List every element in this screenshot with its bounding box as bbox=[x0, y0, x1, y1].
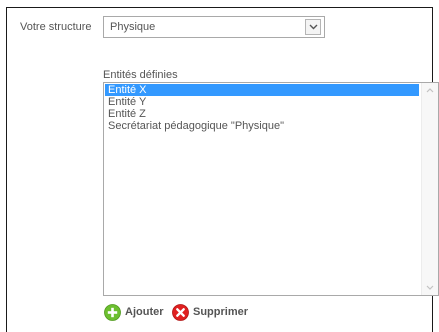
scroll-up-icon[interactable] bbox=[426, 88, 434, 93]
list-item[interactable]: Entité X bbox=[105, 84, 419, 96]
x-circle-icon bbox=[172, 303, 189, 321]
add-button[interactable]: Ajouter bbox=[104, 303, 164, 321]
select-arrow-button[interactable] bbox=[305, 19, 321, 35]
entities-label: Entités définies bbox=[103, 69, 178, 81]
entities-listbox[interactable]: Entité X Entité Y Entité Z Secrétariat p… bbox=[103, 82, 439, 296]
list-item[interactable]: Secrétariat pédagogique "Physique" bbox=[105, 120, 419, 132]
chevron-down-icon bbox=[309, 24, 318, 30]
structure-select-value: Physique bbox=[110, 21, 156, 33]
list-item[interactable]: Entité Z bbox=[105, 108, 419, 120]
list-item[interactable]: Entité Y bbox=[105, 96, 419, 108]
structure-select[interactable]: Physique bbox=[103, 16, 325, 38]
list-scrollbar[interactable] bbox=[421, 83, 438, 295]
plus-circle-icon bbox=[104, 303, 121, 321]
delete-button[interactable]: Supprimer bbox=[172, 303, 248, 321]
add-button-label: Ajouter bbox=[125, 306, 164, 318]
delete-button-label: Supprimer bbox=[193, 306, 249, 318]
scroll-down-icon[interactable] bbox=[426, 285, 434, 290]
structure-label: Votre structure bbox=[20, 21, 92, 33]
